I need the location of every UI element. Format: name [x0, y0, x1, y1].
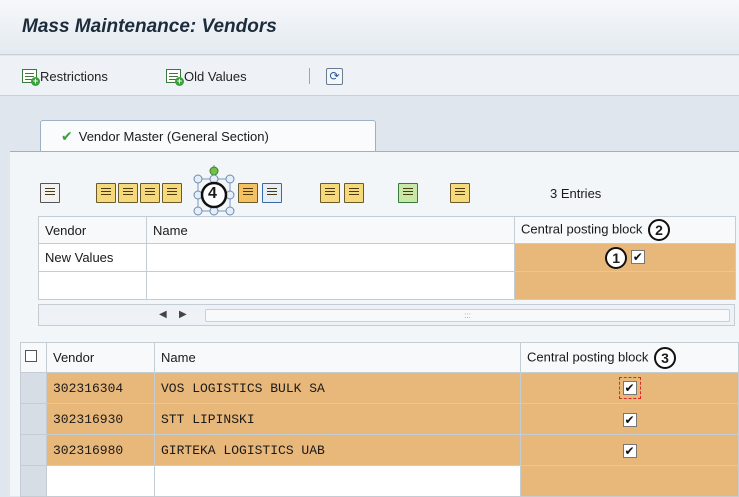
empty-cell — [46, 465, 155, 497]
old-values-button[interactable]: + Old Values — [166, 66, 247, 86]
annotation-marker-3: 3 — [654, 346, 677, 369]
row-selector[interactable] — [20, 465, 47, 497]
table-row: New Values 1 ✔ — [38, 243, 736, 272]
table-row: 302316930 STT LIPINSKI ✔ — [20, 403, 739, 435]
fill-down-button[interactable] — [238, 183, 258, 203]
empty-cell — [38, 271, 147, 300]
table-row — [38, 271, 736, 300]
add-document-icon: + — [22, 69, 40, 86]
toolbar-separator — [309, 68, 310, 84]
tab-label: Vendor Master (General Section) — [78, 129, 269, 144]
sum-button[interactable] — [398, 183, 418, 203]
column-header-name[interactable]: Name — [154, 342, 521, 373]
new-values-central-posting-block-cell: 1 ✔ — [514, 243, 736, 272]
select-block-button[interactable] — [140, 183, 160, 203]
add-document-icon: + — [166, 69, 184, 86]
old-values-label: Old Values — [184, 68, 247, 84]
checkmark-icon: ✔ — [61, 128, 73, 144]
results-grid: Vendor Name Central posting block 3 3023… — [20, 342, 739, 497]
refresh-icon: ⟳ — [326, 67, 343, 85]
name-cell: VOS LOGISTICS BULK SA — [154, 372, 521, 404]
empty-cell — [146, 271, 515, 300]
central-posting-block-header-label: Central posting block — [521, 221, 643, 237]
undo-button[interactable] — [262, 183, 282, 203]
vendor-cell: 302316980 — [46, 434, 155, 466]
name-cell: GIRTEKA LOGISTICS UAB — [154, 434, 521, 466]
empty-cell — [514, 271, 736, 300]
new-values-label-cell: New Values — [38, 243, 147, 272]
scroll-track[interactable]: ::: — [205, 309, 730, 322]
title-bar: Mass Maintenance: Vendors — [0, 0, 739, 55]
refresh-button[interactable]: ⟳ — [326, 66, 343, 86]
scroll-right-icon[interactable]: ▶ — [179, 309, 187, 320]
focus-indicator: ✔ — [618, 377, 641, 399]
marker-4-label: 4 — [208, 185, 217, 202]
table-row: 302316980 GIRTEKA LOGISTICS UAB ✔ — [20, 434, 739, 466]
new-values-name-cell[interactable] — [146, 243, 515, 272]
details-button[interactable] — [40, 183, 60, 203]
restrictions-label: Restrictions — [40, 68, 108, 84]
posting-block-checkbox[interactable]: ✔ — [622, 443, 637, 458]
select-all-rows-icon[interactable] — [20, 342, 47, 373]
application-toolbar: + Restrictions + Old Values ⟳ — [0, 56, 739, 96]
deselect-all-button[interactable] — [118, 183, 138, 203]
page-title: Mass Maintenance: Vendors — [22, 16, 277, 37]
row-selector[interactable] — [20, 372, 47, 404]
column-header-vendor[interactable]: Vendor — [46, 342, 155, 373]
posting-block-checkbox[interactable]: ✔ — [622, 381, 637, 395]
vendor-cell: 302316304 — [46, 372, 155, 404]
row-selector[interactable] — [20, 434, 47, 466]
sort-ascending-button[interactable] — [320, 183, 340, 203]
select-all-button[interactable] — [96, 183, 116, 203]
annotation-marker-2: 2 — [648, 219, 671, 241]
results-header-row: Vendor Name Central posting block 3 — [20, 342, 739, 373]
empty-cell — [154, 465, 521, 497]
name-cell: STT LIPINSKI — [154, 403, 521, 435]
new-value-checkbox[interactable]: ✔ — [630, 249, 645, 264]
new-values-header-row: Vendor Name Central posting block 2 — [38, 216, 736, 244]
central-posting-block-header-label: Central posting block — [527, 348, 649, 364]
column-header-central-posting-block[interactable]: Central posting block 3 — [520, 342, 739, 373]
sort-descending-button[interactable] — [344, 183, 364, 203]
copy-button[interactable] — [162, 183, 182, 203]
tab-vendor-master-general[interactable]: ✔ Vendor Master (General Section) — [40, 120, 376, 152]
column-header-central-posting-block[interactable]: Central posting block 2 — [514, 216, 736, 244]
print-button[interactable] — [450, 183, 470, 203]
new-values-grid: Vendor Name Central posting block 2 New … — [38, 216, 736, 300]
vendor-cell: 302316930 — [46, 403, 155, 435]
empty-cell — [520, 465, 739, 497]
table-row — [20, 465, 739, 497]
horizontal-scrollbar[interactable]: ◀ ▶ ::: — [38, 304, 735, 326]
restrictions-button[interactable]: + Restrictions — [22, 66, 108, 86]
central-posting-block-cell: ✔ — [520, 403, 739, 435]
annotation-marker-4: 4 — [188, 163, 236, 216]
scroll-left-icon[interactable]: ◀ — [159, 309, 167, 320]
column-header-name[interactable]: Name — [146, 216, 515, 244]
central-posting-block-cell: ✔ — [520, 372, 739, 404]
annotation-marker-1: 1 — [605, 246, 628, 269]
central-posting-block-cell: ✔ — [520, 434, 739, 466]
table-row: 302316304 VOS LOGISTICS BULK SA ✔ — [20, 372, 739, 404]
posting-block-checkbox[interactable]: ✔ — [622, 412, 637, 427]
column-header-vendor[interactable]: Vendor — [38, 216, 147, 244]
entries-count: 3 Entries — [550, 186, 602, 201]
row-selector[interactable] — [20, 403, 47, 435]
